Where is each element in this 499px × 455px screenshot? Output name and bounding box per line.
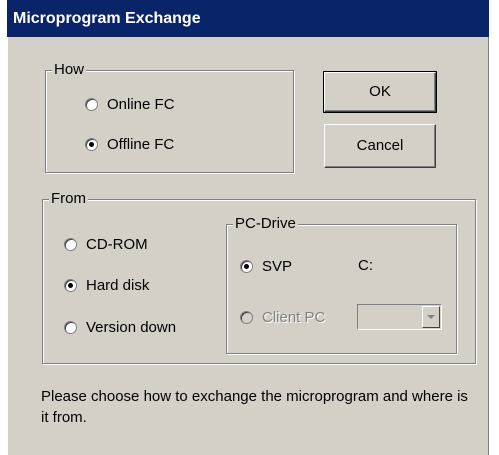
ok-button-label: OK bbox=[369, 83, 391, 100]
radio-icon[interactable] bbox=[64, 320, 77, 334]
radio-selected-icon[interactable] bbox=[240, 259, 253, 273]
microprogram-exchange-dialog: Microprogram Exchange How Online FC Offl… bbox=[7, 0, 489, 455]
radio-icon[interactable] bbox=[64, 237, 77, 251]
online-fc-radio[interactable]: Online FC bbox=[85, 94, 175, 114]
radio-selected-icon[interactable] bbox=[85, 137, 98, 151]
instruction-message: Please choose how to exchange the microp… bbox=[41, 388, 468, 426]
cancel-button-label: Cancel bbox=[356, 137, 404, 154]
online-fc-label: Online FC bbox=[107, 95, 175, 113]
chevron-down-icon bbox=[427, 315, 435, 319]
hard-disk-label: Hard disk bbox=[86, 276, 150, 294]
cd-rom-label: CD-ROM bbox=[86, 235, 148, 253]
radio-icon[interactable] bbox=[85, 97, 98, 111]
radio-disabled-icon[interactable] bbox=[240, 310, 253, 324]
version-down-radio[interactable]: Version down bbox=[64, 317, 176, 337]
ok-button[interactable]: OK bbox=[323, 71, 437, 113]
version-down-label: Version down bbox=[86, 318, 177, 336]
from-group-legend: From bbox=[49, 190, 88, 208]
offline-fc-radio[interactable]: Offline FC bbox=[85, 134, 174, 154]
pc-drive-legend: PC-Drive bbox=[233, 215, 298, 233]
title-bar[interactable]: Microprogram Exchange bbox=[7, 0, 489, 37]
client-pc-drive-select[interactable] bbox=[357, 304, 442, 330]
dropdown-button[interactable] bbox=[422, 306, 440, 328]
radio-selected-icon[interactable] bbox=[64, 278, 77, 292]
svp-label: SVP bbox=[262, 257, 293, 275]
drive-letter: C: bbox=[358, 257, 373, 274]
hard-disk-radio[interactable]: Hard disk bbox=[64, 275, 149, 295]
pc-drive-group: PC-Drive SVP C: Client PC bbox=[226, 215, 457, 354]
svp-radio[interactable]: SVP bbox=[240, 256, 292, 276]
window-title: Microprogram Exchange bbox=[13, 10, 201, 27]
cd-rom-radio[interactable]: CD-ROM bbox=[64, 234, 148, 254]
from-group: From CD-ROM Hard disk Version down PC-Dr… bbox=[42, 190, 476, 364]
cancel-button[interactable]: Cancel bbox=[324, 124, 436, 168]
how-group-legend: How bbox=[52, 61, 87, 79]
how-group: How Online FC Offline FC bbox=[45, 61, 294, 173]
client-pc-label: Client PC bbox=[262, 308, 326, 326]
client-pc-radio[interactable]: Client PC bbox=[240, 307, 325, 327]
offline-fc-label: Offline FC bbox=[107, 135, 175, 153]
